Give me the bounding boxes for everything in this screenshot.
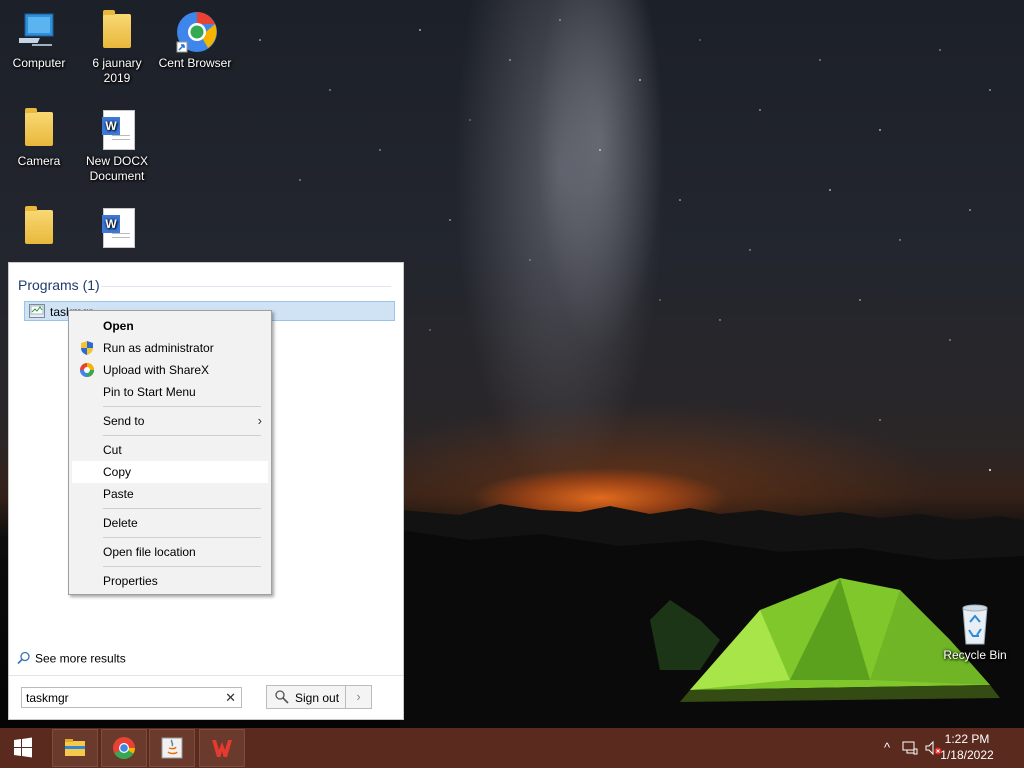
- folder-icon: [97, 10, 137, 54]
- desktop-icon-folder-camera[interactable]: Camera: [2, 108, 76, 169]
- menu-separator: [103, 435, 261, 436]
- desktop-icon-label: Computer: [12, 56, 66, 70]
- menu-item-label: Pin to Start Menu: [103, 385, 196, 399]
- show-hidden-icons-chevron[interactable]: ^: [884, 740, 890, 755]
- desktop-icon-label: Recycle Bin: [943, 648, 1007, 662]
- start-button[interactable]: [0, 729, 46, 767]
- menu-item-delete[interactable]: Delete: [72, 512, 268, 534]
- shield-icon: [79, 340, 95, 356]
- clock-time[interactable]: 1:22 PM: [932, 732, 1002, 746]
- menu-item-pin-to-start-menu[interactable]: Pin to Start Menu: [72, 381, 268, 403]
- menu-separator: [103, 508, 261, 509]
- menu-separator: [103, 566, 261, 567]
- file-explorer-icon: [65, 739, 85, 756]
- taskbar-java[interactable]: [149, 729, 195, 767]
- menu-item-label: Paste: [103, 487, 134, 501]
- menu-item-open[interactable]: Open: [72, 315, 268, 337]
- submenu-arrow-icon: ›: [257, 413, 262, 428]
- sharex-icon: [79, 362, 95, 378]
- see-more-label: See more results: [35, 651, 126, 666]
- menu-item-copy[interactable]: Copy: [72, 461, 268, 483]
- desktop-icon-recycle-bin[interactable]: Recycle Bin: [938, 602, 1012, 663]
- taskbar: ^ 1:22 PM 1/18/2022: [0, 728, 1024, 768]
- java-icon: [161, 737, 183, 759]
- divider: [101, 286, 391, 287]
- menu-item-label: Delete: [103, 516, 138, 530]
- menu-item-upload-with-sharex[interactable]: Upload with ShareX: [72, 359, 268, 381]
- menu-item-open-file-location[interactable]: Open file location: [72, 541, 268, 563]
- desktop-icon-folder[interactable]: [2, 206, 76, 252]
- clock-date[interactable]: 1/18/2022: [932, 748, 1002, 762]
- menu-item-cut[interactable]: Cut: [72, 439, 268, 461]
- menu-item-label: Cut: [103, 443, 122, 457]
- taskbar-chrome[interactable]: [101, 729, 147, 767]
- word-document-icon: W: [97, 108, 137, 152]
- chrome-icon: [113, 737, 135, 759]
- clear-search-button[interactable]: ✕: [225, 690, 236, 706]
- menu-separator: [103, 537, 261, 538]
- menu-item-label: Open: [103, 319, 134, 333]
- desktop-icon-label: Camera: [17, 154, 61, 168]
- menu-item-label: Open file location: [103, 545, 196, 559]
- shutdown-options-arrow[interactable]: ›: [346, 685, 372, 709]
- search-input[interactable]: [26, 690, 216, 705]
- taskbar-file-explorer[interactable]: [52, 729, 98, 767]
- folder-icon: [19, 206, 59, 250]
- lock-icon: [274, 690, 290, 707]
- menu-separator: [103, 406, 261, 407]
- word-document-icon: W: [97, 206, 137, 250]
- taskbar-wps-office[interactable]: [199, 729, 245, 767]
- windows-logo-icon: [14, 737, 32, 758]
- menu-item-label: Upload with ShareX: [103, 363, 210, 377]
- network-icon[interactable]: [902, 740, 918, 759]
- divider: [9, 675, 403, 676]
- desktop-icon-computer[interactable]: Computer: [2, 10, 76, 71]
- menu-item-label: Run as administrator: [103, 341, 214, 355]
- menu-item-properties[interactable]: Properties: [72, 570, 268, 592]
- see-more-results-link[interactable]: See more results: [17, 651, 126, 668]
- menu-item-label: Copy: [103, 465, 132, 479]
- start-search-box[interactable]: ✕: [21, 687, 242, 708]
- desktop-icon-label: 6 jaunary 2019: [92, 56, 142, 85]
- recycle-bin-icon: [955, 602, 995, 646]
- wps-office-icon: [212, 740, 232, 757]
- menu-item-run-as-administrator[interactable]: Run as administrator: [72, 337, 268, 359]
- cent-browser-icon: [175, 10, 217, 54]
- desktop-icon-folder-6-jaunary[interactable]: 6 jaunary 2019: [80, 10, 154, 86]
- desktop-icon-label: New DOCX Document: [85, 154, 148, 183]
- folder-icon: [19, 108, 59, 152]
- menu-item-label: Send to: [103, 414, 145, 428]
- menu-item-paste[interactable]: Paste: [72, 483, 268, 505]
- desktop-icon-cent-browser[interactable]: Cent Browser: [158, 10, 232, 71]
- task-manager-icon: [29, 304, 45, 318]
- desktop-icon-new-docx[interactable]: W New DOCX Document: [80, 108, 154, 184]
- sign-out-label: Sign out: [295, 691, 340, 705]
- desktop-icon-label: Cent Browser: [158, 56, 232, 70]
- menu-item-send-to[interactable]: Send to ›: [72, 410, 268, 432]
- programs-section-header: Programs (1): [18, 277, 100, 293]
- menu-item-label: Properties: [103, 574, 158, 588]
- search-icon: [17, 651, 31, 668]
- context-menu: Open Run as administrator Upload with Sh…: [68, 310, 272, 595]
- system-tray: ^ 1:22 PM 1/18/2022: [874, 728, 1024, 768]
- computer-icon: [15, 10, 59, 54]
- sign-out-button[interactable]: Sign out: [266, 685, 346, 709]
- desktop-icon-word-document[interactable]: W: [80, 206, 154, 252]
